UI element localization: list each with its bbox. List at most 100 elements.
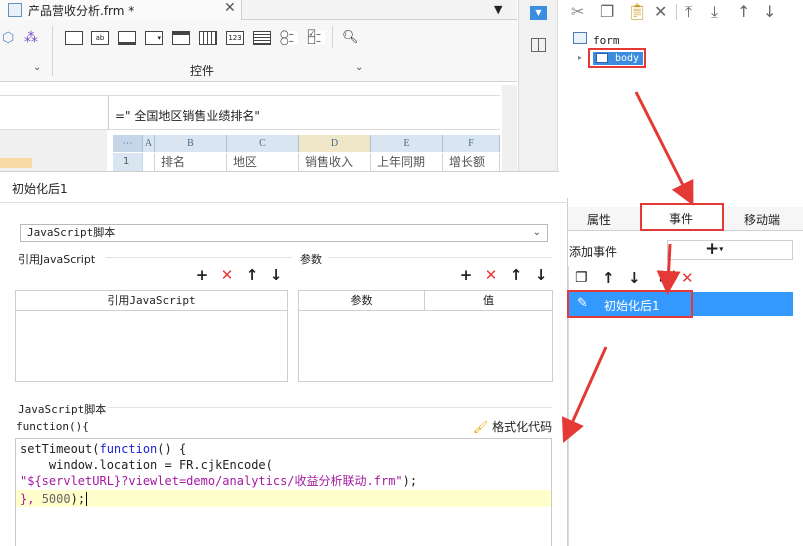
chevron-down-icon: ⌄ xyxy=(532,227,541,238)
formula-text: =" 全国地区销售业绩排名" xyxy=(115,109,260,123)
divider xyxy=(108,96,109,130)
grid-corner[interactable]: ⋯ xyxy=(113,135,143,152)
delete-icon[interactable]: ✕ xyxy=(681,269,694,287)
label-icon[interactable]: ab xyxy=(91,31,109,45)
controls-section-label: 控件 xyxy=(190,64,215,78)
col-header[interactable]: C xyxy=(227,135,299,152)
arrow-up-icon[interactable]: ↑ xyxy=(244,267,260,283)
copy-icon[interactable]: ❐ xyxy=(575,270,588,286)
checkbox-icon[interactable]: ☑– ☐– xyxy=(307,30,325,47)
widget-toolbar: ⬡ ⁂ ⌄ ab ▾ 123 ○– ○– ☑– ☐– 🔍︎ 控件 ⌄ xyxy=(0,20,517,82)
vertical-scrollbar[interactable] xyxy=(502,85,517,171)
expand-icon[interactable]: ▸ xyxy=(578,53,582,62)
close-icon[interactable]: ✕ xyxy=(224,0,236,16)
cut-icon[interactable]: ✂ xyxy=(571,2,584,21)
tab-properties[interactable]: 属性 xyxy=(587,211,611,228)
divider xyxy=(332,26,333,48)
arrow-up-icon[interactable]: ↑ xyxy=(737,2,750,21)
divider xyxy=(676,4,677,20)
paste-icon[interactable]: 📋︎ xyxy=(627,2,647,21)
tab-icon[interactable] xyxy=(172,31,190,45)
delete-icon[interactable]: ✕ xyxy=(483,267,499,283)
col-header[interactable]: B xyxy=(155,135,227,152)
tab-menu-icon[interactable]: ▼ xyxy=(494,3,502,16)
file-tab[interactable]: 产品营收分析.frm * ✕ xyxy=(0,0,242,20)
tree-node-body[interactable]: body xyxy=(588,48,646,68)
code-line: "${servletURL}?viewlet=demo/analytics/收益… xyxy=(20,474,418,488)
add-icon[interactable]: +▾ xyxy=(705,239,723,259)
move-top-icon[interactable]: ⤒ xyxy=(685,2,692,22)
add-icon[interactable]: + xyxy=(194,267,210,283)
layout-icon[interactable] xyxy=(531,38,546,52)
arrow-down-icon[interactable]: ↓ xyxy=(628,269,641,287)
code-line: }, 5000); xyxy=(20,492,88,506)
arrow-down-icon[interactable]: ↓ xyxy=(533,267,549,283)
search-icon[interactable]: 🔍︎ xyxy=(342,30,359,45)
ref-js-column-header: 引用JavaScript xyxy=(16,291,287,311)
combobox-icon[interactable]: ▾ xyxy=(145,31,163,45)
event-editor-dialog: 初始化后1 JavaScript脚本 ⌄ 引用JavaScript 参数 + ✕… xyxy=(0,171,568,546)
copy-icon[interactable]: ❐ xyxy=(600,2,614,21)
widget-tree-panel: ✂ ❐ 📋︎ ✕ ⤒ ⤓ ↑ ↓ xyxy=(559,0,803,198)
palette-icon[interactable]: ⬡ xyxy=(2,30,14,46)
table-cell[interactable] xyxy=(143,153,155,171)
file-icon xyxy=(8,3,22,17)
code-editor[interactable]: setTimeout(function() { window.location … xyxy=(15,438,552,546)
script-type-select[interactable]: JavaScript脚本 ⌄ xyxy=(20,224,548,242)
arrow-down-icon[interactable]: ↓ xyxy=(268,267,284,283)
table-cell[interactable]: 销售收入 xyxy=(299,153,371,171)
col-header[interactable]: D xyxy=(299,135,371,152)
tab-events-label: 事件 xyxy=(669,212,694,226)
current-line-highlight xyxy=(16,490,551,507)
arrow-up-icon[interactable]: ↑ xyxy=(602,269,615,287)
sort-icon[interactable]: ⋮↓ xyxy=(654,269,680,285)
chevron-down-icon[interactable]: ⌄ xyxy=(355,62,363,73)
js-section-label: JavaScript脚本 xyxy=(18,403,107,416)
scatter-icon[interactable]: ⁂ xyxy=(24,30,38,46)
divider xyxy=(52,26,53,76)
params-table[interactable]: 参数 值 xyxy=(298,290,553,382)
button-icon[interactable] xyxy=(118,31,136,45)
radio-icon[interactable]: ○– ○– xyxy=(280,30,298,47)
divider xyxy=(0,202,568,203)
arrow-down-icon[interactable]: ↓ xyxy=(763,2,776,21)
function-signature: function(){ xyxy=(16,420,89,433)
col-header[interactable]: A xyxy=(143,135,155,152)
table-cell[interactable]: 排名 xyxy=(155,153,227,171)
col-header[interactable]: F xyxy=(443,135,500,152)
list-icon[interactable] xyxy=(253,31,271,45)
col-header[interactable]: E xyxy=(371,135,443,152)
add-event-label: 添加事件 xyxy=(569,245,618,259)
ref-js-table[interactable]: 引用JavaScript xyxy=(15,290,288,382)
script-type-value: JavaScript脚本 xyxy=(27,226,116,239)
highlight-box xyxy=(567,290,693,318)
highlight-bar xyxy=(0,158,32,168)
chevron-down-icon[interactable]: ⌄ xyxy=(33,62,41,73)
dropdown-icon[interactable]: ▼ xyxy=(530,6,547,20)
brush-icon: 🖌︎ xyxy=(473,420,489,434)
format-code-button[interactable]: 🖌︎ 格式化代码 xyxy=(473,418,552,435)
table-cell[interactable]: 地区 xyxy=(227,153,299,171)
delete-icon[interactable]: ✕ xyxy=(654,2,667,21)
arrow-up-icon[interactable]: ↑ xyxy=(508,267,524,283)
move-bottom-icon[interactable]: ⤓ xyxy=(711,2,718,22)
textbox-icon[interactable] xyxy=(65,31,83,45)
add-icon[interactable]: + xyxy=(458,267,474,283)
grid-icon[interactable] xyxy=(199,31,217,45)
tab-events[interactable]: 事件 xyxy=(640,203,724,231)
tab-mobile[interactable]: 移动端 xyxy=(744,211,780,228)
value-column-header: 值 xyxy=(425,291,552,311)
row-header[interactable]: 1 xyxy=(113,153,143,171)
table-cell[interactable]: 上年同期 xyxy=(371,153,443,171)
body-icon xyxy=(596,53,608,63)
add-event-dropdown[interactable] xyxy=(667,240,793,260)
delete-icon[interactable]: ✕ xyxy=(219,267,235,283)
code-line: window.location = FR.cjkEncode( xyxy=(20,458,273,472)
divider xyxy=(108,407,552,408)
file-tab-title: 产品营收分析.frm * xyxy=(28,4,135,18)
report-grid: ⋯ A B C D E F 1 排名 地区 销售收入 上年同期 增长额 xyxy=(113,135,500,171)
form-icon xyxy=(573,32,587,44)
tree-node-form[interactable]: form xyxy=(593,34,620,47)
table-cell[interactable]: 增长额 xyxy=(443,153,500,171)
number-icon[interactable]: 123 xyxy=(226,31,244,45)
